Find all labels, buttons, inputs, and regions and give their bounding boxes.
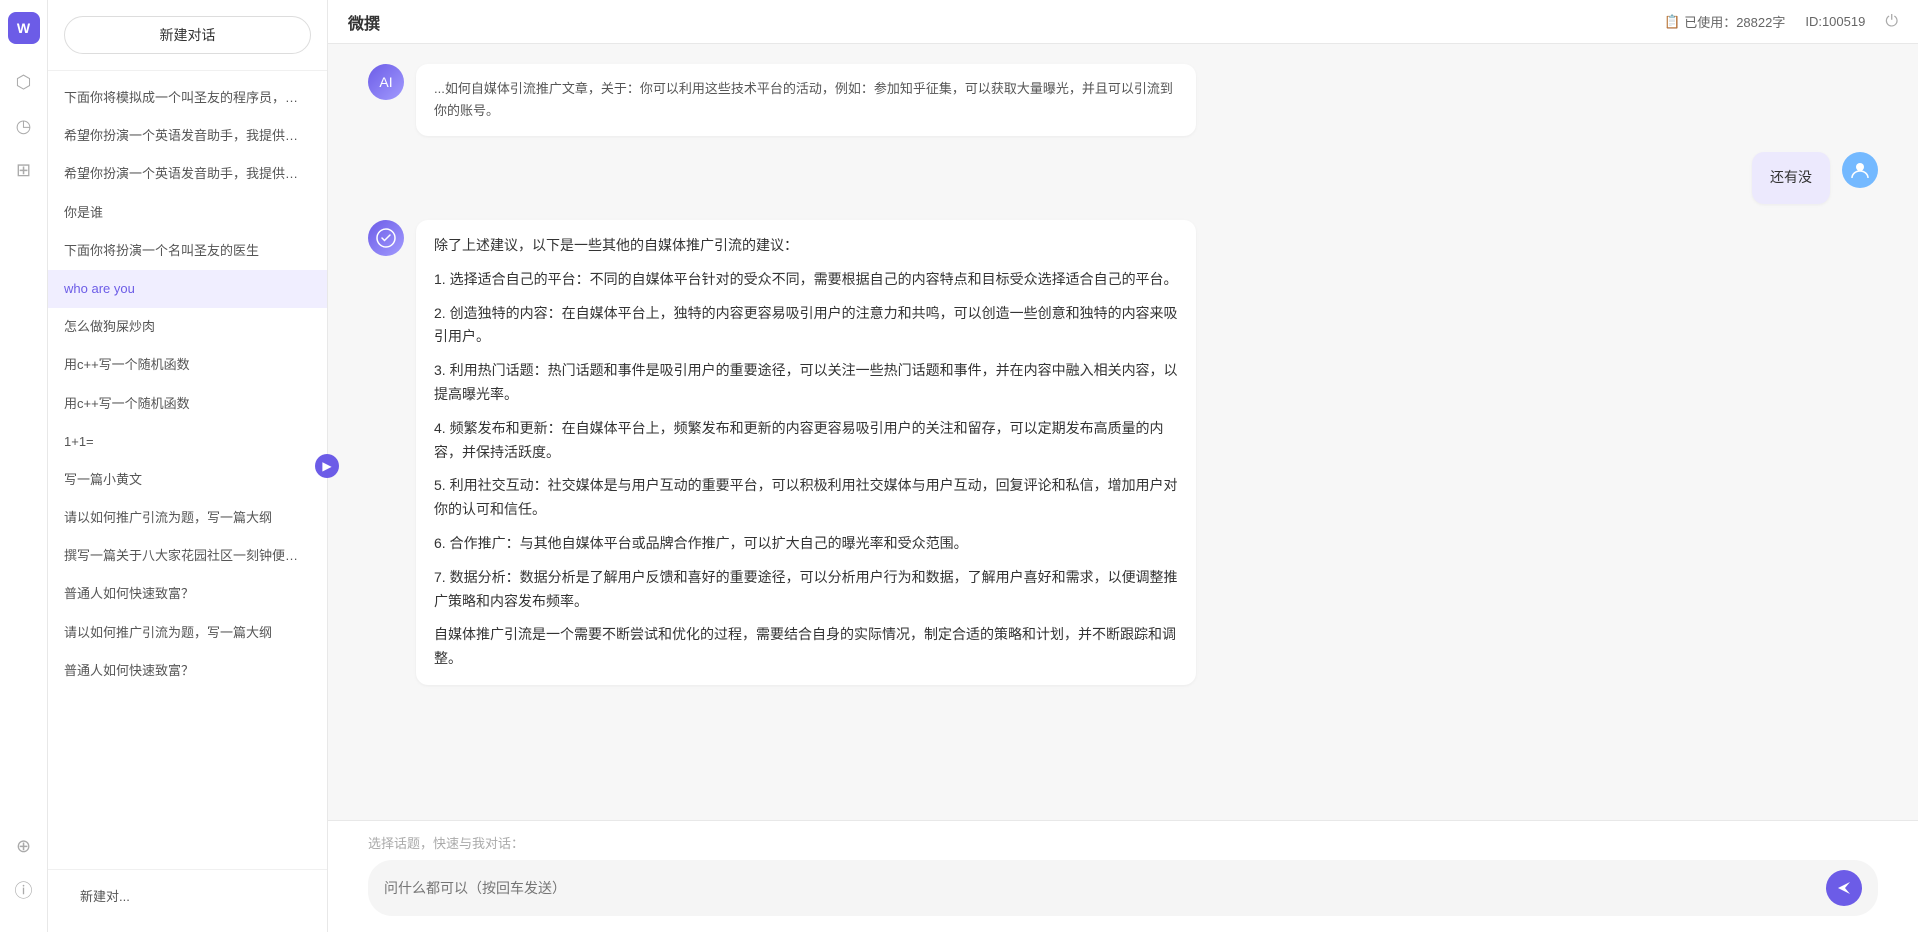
main-content: 微撰 📋 已使用：28822字 ID:100519 ⏻ AI ...如何自媒体引…	[328, 0, 1918, 932]
usage-info: 📋 已使用：28822字	[1664, 12, 1785, 31]
message-paragraph: 3. 利用热门话题：热门话题和事件是吸引用户的重要途径，可以关注一些热门话题和事…	[434, 359, 1178, 407]
sidebar-item[interactable]: 用c++写一个随机函数	[48, 346, 327, 384]
sidebar-item[interactable]: 写一篇小黄文	[48, 461, 327, 499]
sidebar-list: 下面你将模拟成一个叫圣友的程序员，我说...希望你扮演一个英语发音助手，我提供给…	[48, 71, 327, 869]
sidebar-item[interactable]: 请以如何推广引流为题，写一篇大纲	[48, 499, 327, 537]
power-icon[interactable]: ⏻	[1885, 13, 1898, 31]
sidebar-bottom: 新建对...	[48, 869, 327, 932]
sidebar-item[interactable]: who are you	[48, 270, 327, 308]
user-message-text: 还有没	[1770, 169, 1812, 185]
sidebar-item[interactable]: 用c++写一个随机函数	[48, 385, 327, 423]
message-paragraph: 2. 创造独特的内容：在自媒体平台上，独特的内容更容易吸引用户的注意力和共鸣，可…	[434, 302, 1178, 350]
message-row: AI ...如何自媒体引流推广文章，关于：你可以利用这些技术平台的活动，例如：参…	[368, 64, 1878, 136]
sidebar-item[interactable]: 请以如何推广引流为题，写一篇大纲	[48, 614, 327, 652]
chat-input[interactable]	[384, 880, 1818, 896]
shield-icon[interactable]: ⊕	[6, 828, 42, 864]
quick-topics-label: 选择话题，快速与我对话：	[368, 833, 1878, 852]
message-paragraph: 7. 数据分析：数据分析是了解用户反馈和喜好的重要途径，可以分析用户行为和数据，…	[434, 566, 1178, 614]
message-paragraph: 4. 频繁发布和更新：在自媒体平台上，频繁发布和更新的内容更容易吸引用户的关注和…	[434, 417, 1178, 465]
hexagon-icon[interactable]: ⬡	[6, 64, 42, 100]
info-icon[interactable]: ⓘ	[6, 872, 42, 908]
user-id: ID:100519	[1805, 14, 1865, 29]
sidebar-toggle[interactable]: ▶	[315, 454, 339, 478]
ai-avatar	[368, 220, 404, 256]
message-row-ai: 除了上述建议，以下是一些其他的自媒体推广引流的建议： 1. 选择适合自己的平台：不…	[368, 220, 1878, 685]
sidebar-item[interactable]: 下面你将模拟成一个叫圣友的程序员，我说...	[48, 79, 327, 117]
sidebar-item[interactable]: 撰写一篇关于八大家花园社区一刻钟便民生...	[48, 537, 327, 575]
input-row	[368, 860, 1878, 916]
usage-label: 已使用：28822字	[1684, 12, 1785, 31]
sidebar-item[interactable]: 希望你扮演一个英语发音助手，我提供给你...	[48, 155, 327, 193]
sidebar-item[interactable]: 1+1=	[48, 423, 327, 461]
user-message-bubble: 还有没	[1752, 152, 1830, 204]
message-paragraph: 自媒体推广引流是一个需要不断尝试和优化的过程，需要结合自身的实际情况，制定合适的…	[434, 623, 1178, 671]
send-button[interactable]	[1826, 870, 1862, 906]
message-paragraph: 5. 利用社交互动：社交媒体是与用户互动的重要平台，可以积极利用社交媒体与用户互…	[434, 474, 1178, 522]
ai-message-bubble: 除了上述建议，以下是一些其他的自媒体推广引流的建议： 1. 选择适合自己的平台：不…	[416, 220, 1196, 685]
document-icon: 📋	[1664, 14, 1680, 30]
sidebar-header: 新建对话	[48, 0, 327, 71]
message-bubble: ...如何自媒体引流推广文章，关于：你可以利用这些技术平台的活动，例如：参加知乎…	[416, 64, 1196, 136]
icon-rail: W ⬡ ◷ ⊞ ⊕ ⓘ	[0, 0, 48, 932]
sidebar-bottom-item[interactable]: 新建对...	[64, 878, 311, 916]
new-chat-button[interactable]: 新建对话	[64, 16, 311, 54]
message-row-user: 还有没	[368, 152, 1878, 204]
app-logo: W	[8, 12, 40, 44]
header-right: 📋 已使用：28822字 ID:100519 ⏻	[1664, 12, 1898, 31]
clock-icon[interactable]: ◷	[6, 108, 42, 144]
message-text: ...如何自媒体引流推广文章，关于：你可以利用这些技术平台的活动，例如：参加知乎…	[434, 78, 1178, 122]
message-paragraph: 6. 合作推广：与其他自媒体平台或品牌合作推广，可以扩大自己的曝光率和受众范围。	[434, 532, 1178, 556]
sidebar-item[interactable]: 你是谁	[48, 194, 327, 232]
sidebar-item[interactable]: 普通人如何快速致富？	[48, 575, 327, 613]
sidebar: 新建对话 下面你将模拟成一个叫圣友的程序员，我说...希望你扮演一个英语发音助手…	[48, 0, 328, 932]
message-paragraph: 1. 选择适合自己的平台：不同的自媒体平台针对的受众不同，需要根据自己的内容特点…	[434, 268, 1178, 292]
sidebar-item[interactable]: 希望你扮演一个英语发音助手，我提供给你...	[48, 117, 327, 155]
sidebar-item[interactable]: 怎么做狗屎炒肉	[48, 308, 327, 346]
app-title: 微撰	[348, 10, 380, 34]
sidebar-item[interactable]: 下面你将扮演一个名叫圣友的医生	[48, 232, 327, 270]
input-section: 选择话题，快速与我对话：	[328, 820, 1918, 932]
avatar: AI	[368, 64, 404, 100]
chat-area: AI ...如何自媒体引流推广文章，关于：你可以利用这些技术平台的活动，例如：参…	[328, 44, 1918, 820]
header: 微撰 📋 已使用：28822字 ID:100519 ⏻	[328, 0, 1918, 44]
sidebar-item[interactable]: 普通人如何快速致富？	[48, 652, 327, 690]
message-paragraph: 除了上述建议，以下是一些其他的自媒体推广引流的建议：	[434, 234, 1178, 258]
user-avatar	[1842, 152, 1878, 188]
document-icon[interactable]: ⊞	[6, 152, 42, 188]
